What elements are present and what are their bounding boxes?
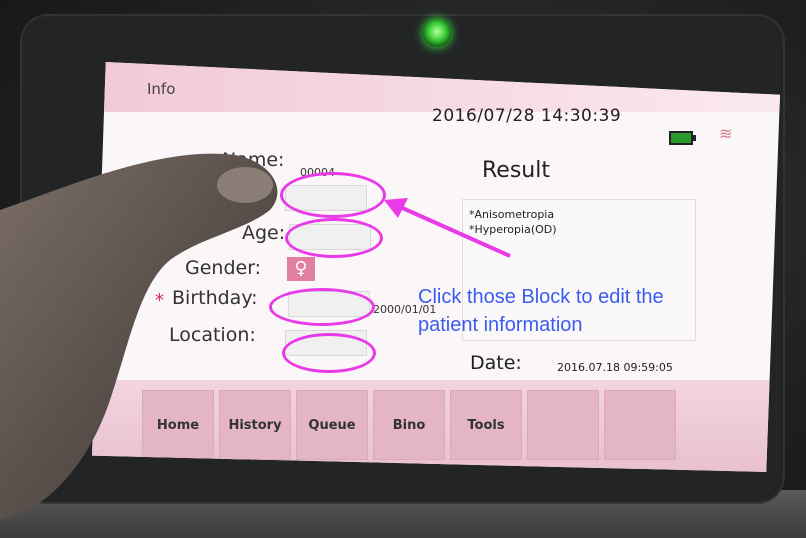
nav-print-button[interactable]: Print xyxy=(604,390,676,460)
nav-queue-button[interactable]: Queue xyxy=(296,390,368,460)
highlight-ellipse-age xyxy=(285,218,383,258)
device-photo: Info 2016/07/28 14:30:39 ≋ Name: 00004 A… xyxy=(0,0,806,538)
annotation-line-2: patient information xyxy=(418,314,583,336)
annotation-line-1: Click those Block to edit the xyxy=(418,286,664,308)
green-led-icon xyxy=(423,19,451,47)
nav-history-button[interactable]: History xyxy=(219,390,291,460)
result-title: Result xyxy=(482,158,550,183)
highlight-ellipse-location xyxy=(282,333,376,373)
date-value: 2016.07.18 09:59:05 xyxy=(557,361,673,374)
birthday-label: Birthday: xyxy=(172,287,258,309)
highlight-ellipse-birthday xyxy=(269,288,375,326)
female-gender-icon[interactable]: ♀ xyxy=(287,257,315,281)
date-label: Date: xyxy=(470,352,522,374)
annotation-text: Click those Block to edit the patient in… xyxy=(418,283,758,339)
location-label: Location: xyxy=(169,324,256,346)
highlight-ellipse-name xyxy=(280,172,386,218)
name-label: Name: xyxy=(222,149,285,171)
page-title: Info xyxy=(147,80,176,98)
battery-icon xyxy=(669,131,696,145)
result-item: *Anisometropia xyxy=(469,208,555,221)
age-label: Age: xyxy=(242,222,286,244)
nav-verify-button[interactable]: Verify xyxy=(527,390,599,460)
gender-label: Gender: xyxy=(185,257,262,279)
result-item: *Hyperopia(OD) xyxy=(469,223,557,236)
nav-bino-button[interactable]: Bino xyxy=(373,390,445,460)
datetime-display: 2016/07/28 14:30:39 xyxy=(432,106,622,126)
device-screen: Info 2016/07/28 14:30:39 ≋ Name: 00004 A… xyxy=(92,62,780,472)
wifi-icon: ≋ xyxy=(719,124,733,143)
nav-tools-button[interactable]: Tools xyxy=(450,390,522,460)
nav-home-button[interactable]: Home xyxy=(142,390,214,460)
required-asterisk: * xyxy=(155,290,164,311)
